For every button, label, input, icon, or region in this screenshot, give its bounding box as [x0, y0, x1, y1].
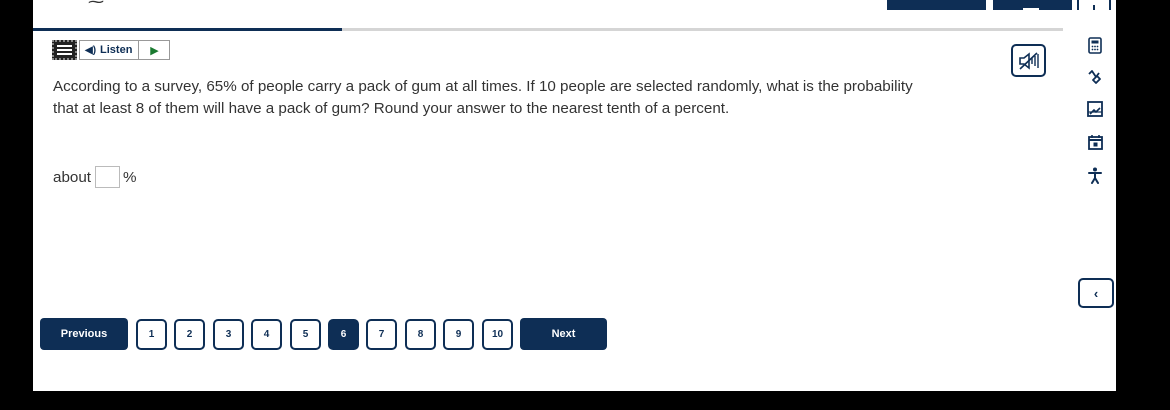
listen-label-wrap[interactable]: ◀) Listen	[80, 41, 140, 59]
calendar-icon	[1087, 135, 1103, 150]
play-icon[interactable]: ▶	[139, 41, 169, 59]
question-navigation: Previous 1 2 3 4 5 6 7 8 9 10 Next	[33, 318, 1116, 350]
mute-audio-button[interactable]	[1011, 44, 1046, 77]
next-button[interactable]: Next	[520, 318, 607, 350]
collapse-panel-button[interactable]: ‹	[1078, 278, 1114, 308]
progress-bar-fill	[33, 28, 342, 31]
menu-icon[interactable]	[52, 40, 77, 60]
speaker-icon: ◀)	[85, 44, 97, 56]
mute-audio-icon	[1018, 51, 1039, 70]
page-button-2[interactable]: 2	[174, 319, 205, 350]
accessibility-icon	[1088, 167, 1102, 184]
answer-input[interactable]	[95, 166, 121, 188]
progress-bar	[33, 28, 1063, 31]
highlighter-icon	[1088, 70, 1101, 84]
accessibility-tool[interactable]	[1082, 162, 1108, 188]
page-button-6[interactable]: 6	[328, 319, 359, 350]
calculator-tool[interactable]	[1082, 32, 1108, 58]
page-button-10[interactable]: 10	[482, 319, 513, 350]
previous-button[interactable]: Previous	[40, 318, 128, 350]
chevron-left-icon: ‹	[1093, 285, 1099, 301]
page-button-7[interactable]: 7	[366, 319, 397, 350]
answer-suffix: %	[123, 168, 137, 186]
page-button-1[interactable]: 1	[136, 319, 167, 350]
answer-prefix: about	[53, 168, 92, 186]
page-button-8[interactable]: 8	[405, 319, 436, 350]
page-button-9[interactable]: 9	[443, 319, 474, 350]
answer-row: about %	[53, 166, 137, 188]
question-text: According to a survey, 65% of people car…	[53, 78, 913, 117]
highlighter-tool[interactable]	[1082, 63, 1108, 89]
listen-label: Listen	[100, 44, 133, 56]
calculator-icon	[1088, 36, 1102, 54]
listen-toolbar: ◀) Listen ▶	[52, 40, 171, 60]
page-button-5[interactable]: 5	[290, 319, 321, 350]
listen-button[interactable]: ◀) Listen ▶	[79, 40, 171, 60]
calendar-tool[interactable]	[1082, 129, 1108, 155]
page-button-4[interactable]: 4	[251, 319, 282, 350]
reference-sheet-tool[interactable]	[1082, 96, 1108, 122]
question-panel: ◀) Listen ▶ According to a survey, 65% o…	[33, 10, 1116, 391]
page-button-3[interactable]: 3	[213, 319, 244, 350]
reference-sheet-icon	[1087, 101, 1103, 117]
